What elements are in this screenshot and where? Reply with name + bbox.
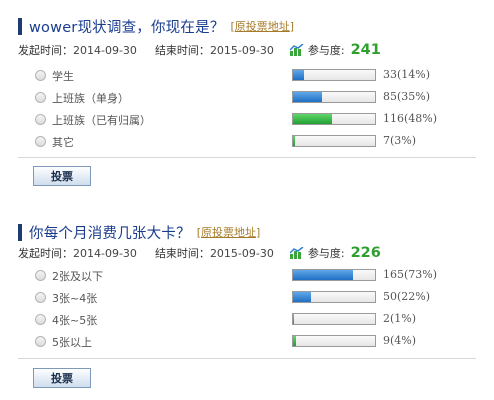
end-time-value: 2015-09-30: [209, 43, 274, 57]
option-radio[interactable]: [35, 92, 46, 103]
poll-title-row: 你每个月消费几张大卡？ [原投票地址]: [18, 222, 260, 242]
result-bar: [292, 91, 376, 103]
result-bar: [292, 135, 376, 147]
divider: [18, 358, 476, 359]
option-label: 2张及以下: [52, 270, 103, 283]
poll-meta: 发起时间： 2014-09-30 结束时间： 2015-09-30 参与度: 2…: [18, 41, 381, 59]
option-result: 9(4%): [383, 334, 417, 347]
poll-title: wower现状调查，你现在是？: [29, 19, 225, 36]
result-bar-fill: [293, 336, 297, 346]
option-radio[interactable]: [35, 136, 46, 147]
option-label: 上班族（已有归属）: [52, 114, 151, 127]
original-vote-link-text[interactable]: 原投票地址: [201, 226, 256, 239]
result-bar: [292, 113, 376, 125]
link-bracket-close: ]: [256, 226, 261, 239]
start-time-value: 2014-09-30: [73, 43, 137, 57]
result-bar: [292, 69, 376, 81]
vote-button[interactable]: 投票: [33, 368, 91, 388]
option-label: 3张~4张: [52, 292, 98, 305]
result-bar-fill: [293, 270, 353, 280]
poll-meta: 发起时间： 2014-09-30 结束时间： 2015-09-30 参与度: 2…: [18, 244, 381, 262]
option-result: 165(73%): [383, 268, 438, 281]
trend-chart-icon: [289, 247, 304, 259]
result-bar: [292, 335, 376, 347]
original-vote-link[interactable]: [原投票地址]: [230, 18, 294, 34]
result-bar-fill: [293, 136, 296, 146]
link-bracket-close: ]: [289, 20, 295, 33]
result-bar-fill: [293, 70, 305, 80]
poll-title: 你每个月消费几张大卡？: [29, 225, 191, 242]
title-accent-bar: [18, 17, 22, 35]
participation-count: 226: [350, 245, 381, 261]
result-bar: [292, 291, 376, 303]
option-radio[interactable]: [35, 114, 46, 125]
option-result: 85(35%): [383, 90, 431, 103]
option-label: 学生: [52, 70, 74, 83]
option-label: 4张~5张: [52, 314, 98, 327]
option-result: 50(22%): [383, 290, 431, 303]
poll-option: 学生 33(14%): [0, 66, 494, 86]
poll-option: 3张~4张 50(22%): [0, 288, 494, 308]
result-bar: [292, 269, 376, 281]
trend-chart-icon: [289, 44, 304, 56]
title-accent-bar: [18, 223, 22, 241]
poll-option: 上班族（单身） 85(35%): [0, 88, 494, 108]
poll-title-row: wower现状调查，你现在是？ [原投票地址]: [18, 16, 294, 36]
end-time-label: 结束时间：: [154, 247, 210, 260]
poll-option: 上班族（已有归属） 116(48%): [0, 110, 494, 130]
option-result: 2(1%): [383, 312, 417, 325]
option-result: 116(48%): [383, 112, 438, 125]
start-time-label: 发起时间：: [18, 247, 73, 260]
option-radio[interactable]: [35, 336, 46, 347]
result-bar-fill: [293, 314, 294, 324]
start-time-value: 2014-09-30: [73, 246, 137, 260]
poll-option: 4张~5张 2(1%): [0, 310, 494, 330]
option-radio[interactable]: [35, 314, 46, 325]
option-radio[interactable]: [35, 70, 46, 81]
participation-count: 241: [350, 42, 381, 58]
participation-label: 参与度:: [307, 44, 345, 57]
poll-option: 其它 7(3%): [0, 132, 494, 152]
option-label: 其它: [52, 136, 74, 149]
start-time-label: 发起时间：: [18, 44, 73, 57]
poll-option: 2张及以下 165(73%): [0, 266, 494, 286]
end-time-value: 2015-09-30: [209, 246, 274, 260]
option-result: 7(3%): [383, 134, 417, 147]
poll-option: 5张以上 9(4%): [0, 332, 494, 352]
original-vote-link-text[interactable]: 原投票地址: [235, 20, 290, 33]
option-label: 上班族（单身）: [52, 92, 129, 105]
result-bar-fill: [293, 92, 322, 102]
result-bar: [292, 313, 376, 325]
end-time-label: 结束时间：: [154, 44, 210, 57]
option-label: 5张以上: [52, 336, 92, 349]
option-result: 33(14%): [383, 68, 431, 81]
participation-label: 参与度:: [307, 247, 345, 260]
result-bar-fill: [293, 292, 312, 302]
vote-button[interactable]: 投票: [33, 166, 91, 186]
divider: [18, 157, 476, 158]
option-radio[interactable]: [35, 292, 46, 303]
original-vote-link[interactable]: [原投票地址]: [197, 224, 261, 240]
option-radio[interactable]: [35, 270, 46, 281]
result-bar-fill: [293, 114, 333, 124]
